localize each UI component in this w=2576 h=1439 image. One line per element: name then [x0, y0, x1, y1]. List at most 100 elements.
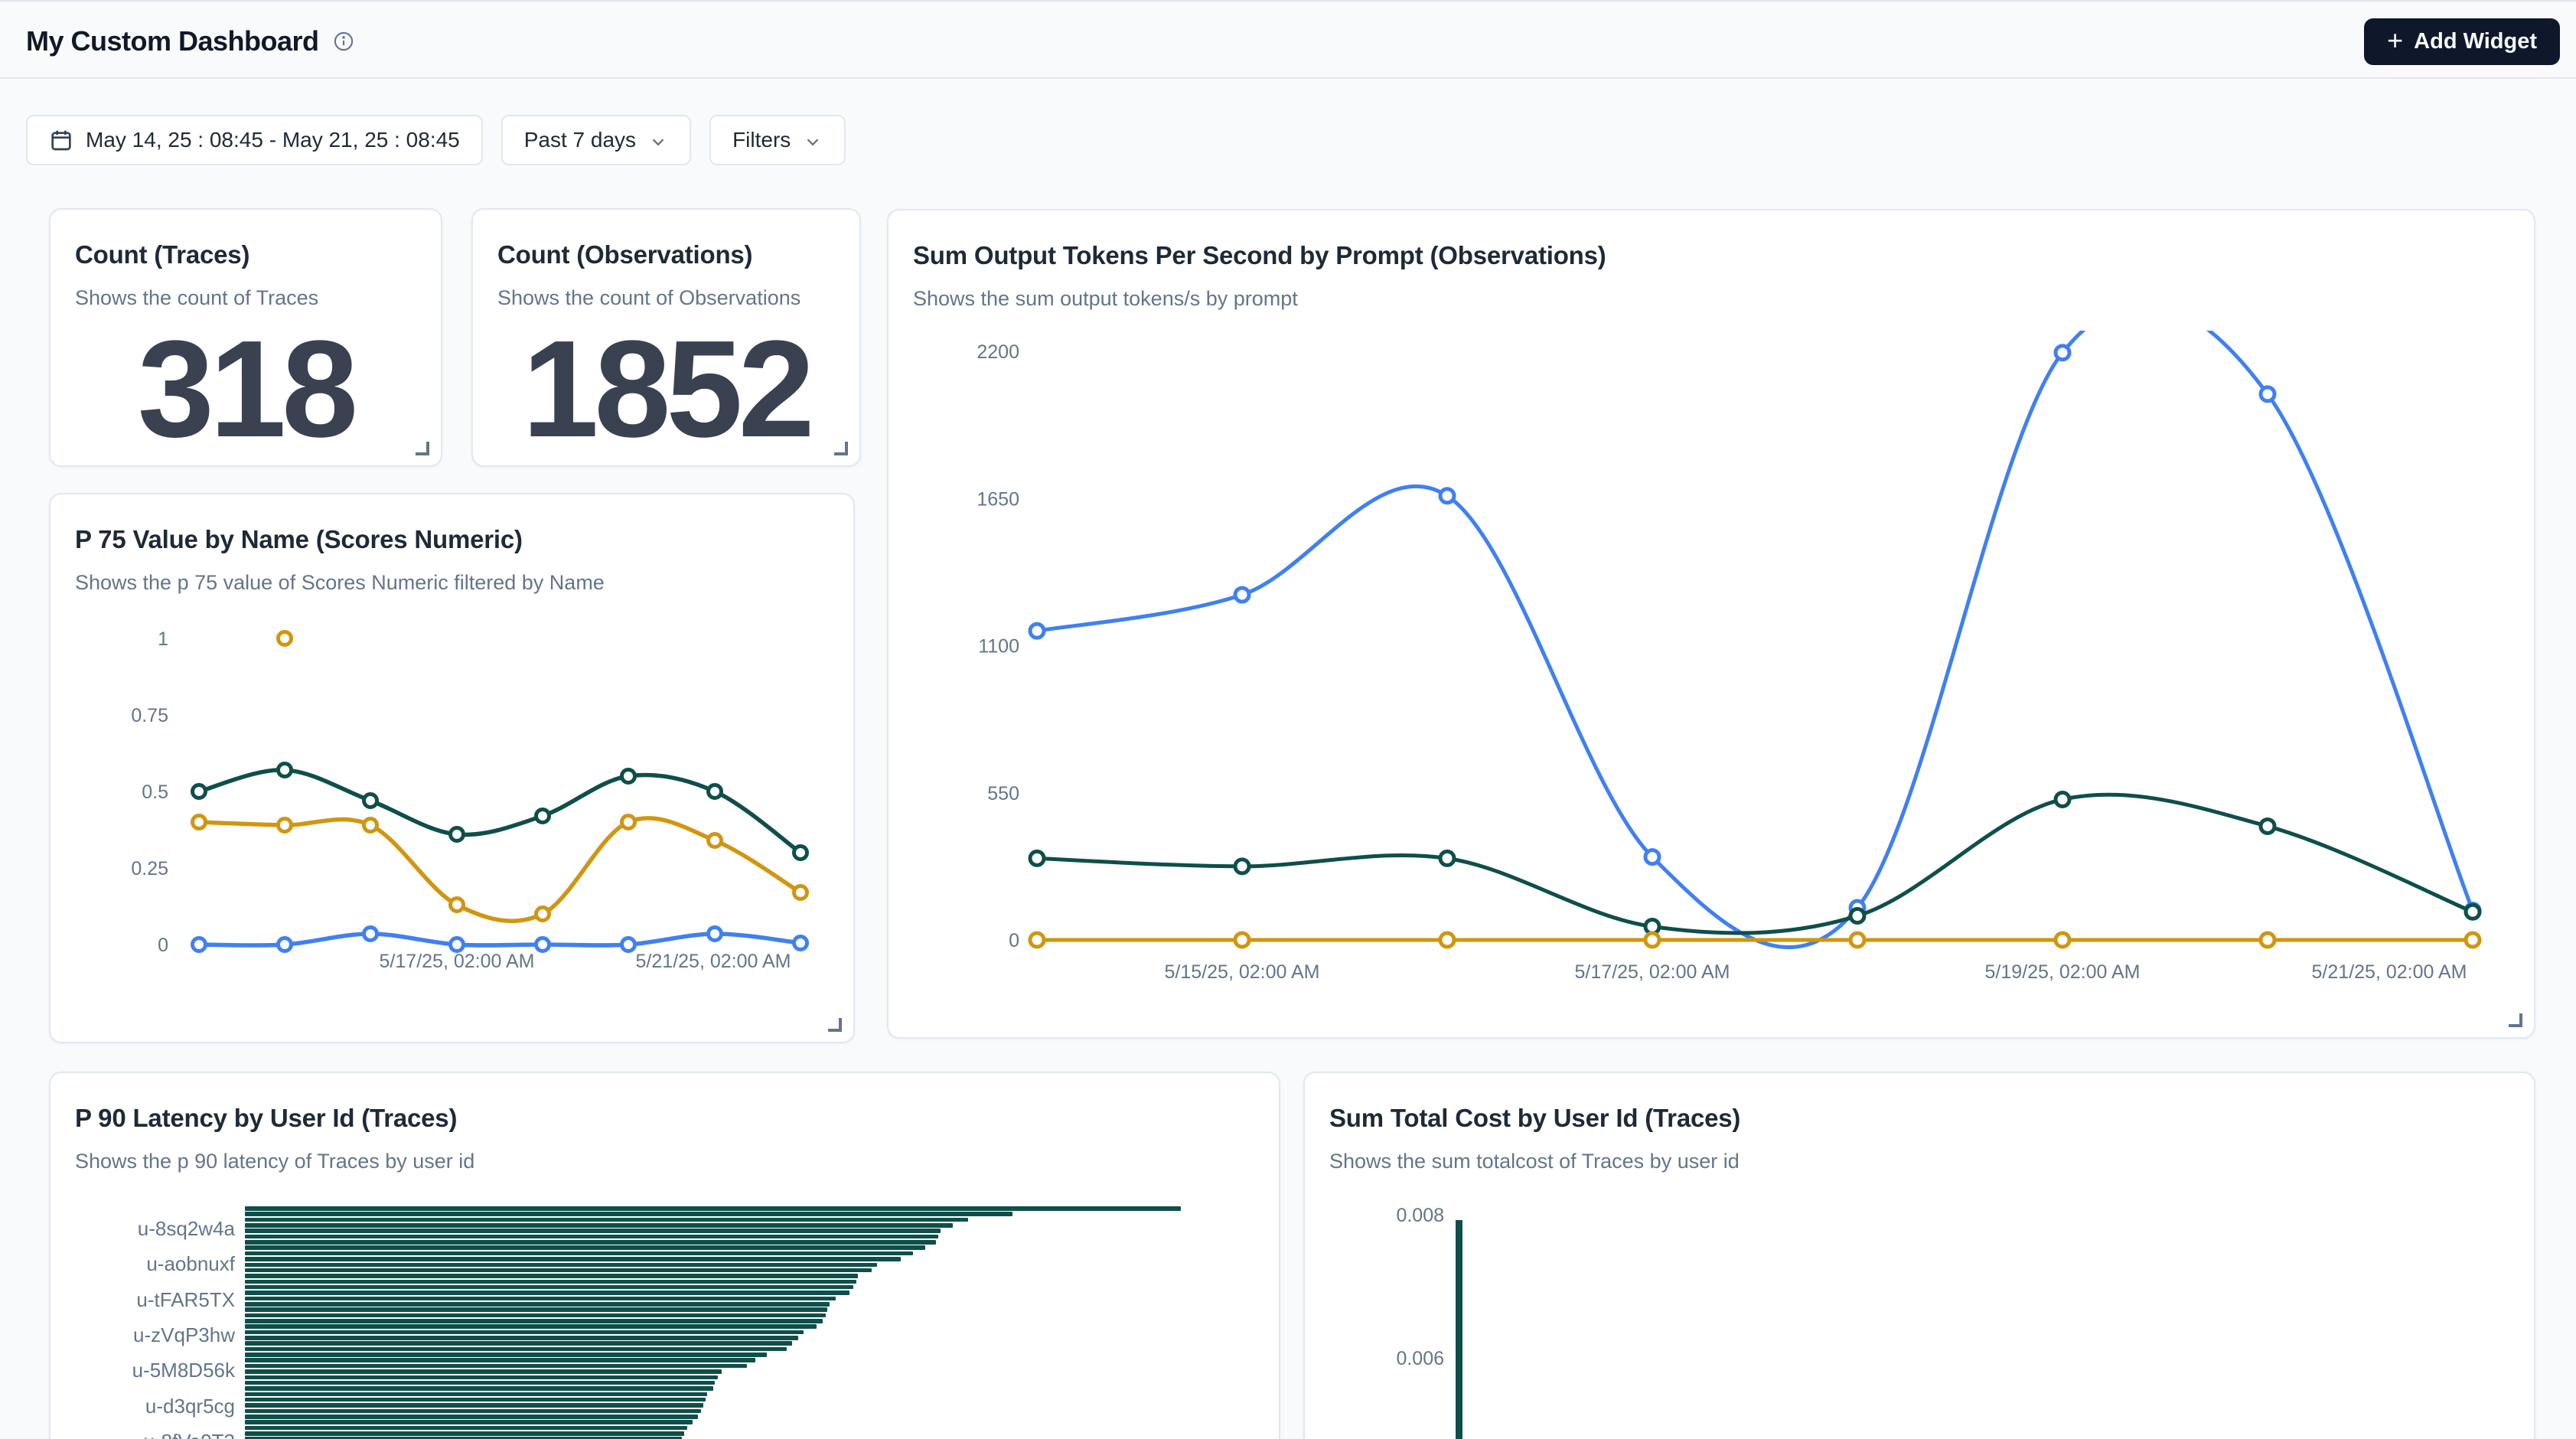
data-point-score-teal[interactable] — [709, 785, 722, 798]
data-point-score-blue[interactable] — [451, 938, 464, 951]
data-point-prompt-teal[interactable] — [2056, 792, 2069, 806]
latency-bar[interactable] — [245, 1341, 792, 1346]
isolated-data-point[interactable] — [279, 632, 292, 645]
data-point-score-teal[interactable] — [364, 795, 377, 808]
latency-bar[interactable] — [245, 1386, 713, 1391]
latency-bar[interactable] — [245, 1257, 901, 1261]
data-point-prompt-yellow[interactable] — [2056, 933, 2069, 947]
latency-bar[interactable] — [245, 1336, 798, 1340]
latency-bar[interactable] — [245, 1291, 849, 1295]
latency-bar[interactable] — [245, 1353, 767, 1357]
data-point-prompt-teal[interactable] — [2261, 819, 2274, 833]
latency-bar[interactable] — [245, 1280, 856, 1284]
info-icon[interactable] — [333, 31, 354, 52]
latency-bar[interactable] — [245, 1358, 755, 1362]
latency-bar[interactable] — [245, 1313, 826, 1318]
latency-bar[interactable] — [245, 1263, 877, 1268]
data-point-prompt-teal[interactable] — [2466, 905, 2480, 919]
latency-bar[interactable] — [245, 1297, 836, 1301]
date-range-button[interactable]: May 14, 25 : 08:45 - May 21, 25 : 08:45 — [26, 115, 483, 165]
latency-bar[interactable] — [245, 1392, 707, 1397]
data-point-prompt-blue[interactable] — [1030, 624, 1044, 638]
data-point-score-yellow[interactable] — [451, 899, 464, 912]
resize-handle-icon[interactable] — [826, 1016, 843, 1033]
latency-bar[interactable] — [245, 1285, 853, 1290]
data-point-prompt-blue[interactable] — [1645, 850, 1659, 864]
data-point-score-yellow[interactable] — [279, 819, 292, 832]
data-point-prompt-yellow[interactable] — [2261, 933, 2274, 947]
resize-handle-icon[interactable] — [2506, 1011, 2523, 1028]
latency-bar[interactable] — [245, 1330, 804, 1335]
data-point-prompt-yellow[interactable] — [1850, 933, 1864, 947]
data-point-prompt-blue[interactable] — [1235, 588, 1249, 602]
data-point-prompt-teal[interactable] — [1030, 851, 1044, 865]
data-point-score-yellow[interactable] — [622, 816, 635, 829]
latency-bar[interactable] — [245, 1324, 817, 1329]
latency-bar[interactable] — [245, 1245, 925, 1250]
data-point-score-blue[interactable] — [536, 938, 549, 951]
data-point-score-yellow[interactable] — [536, 908, 549, 921]
data-point-score-yellow[interactable] — [193, 816, 206, 829]
data-point-score-teal[interactable] — [536, 810, 549, 823]
latency-bar[interactable] — [245, 1364, 747, 1369]
data-point-prompt-blue[interactable] — [2056, 346, 2069, 360]
latency-bar[interactable] — [245, 1403, 703, 1408]
p75-line-chart[interactable]: 00.250.50.7515/17/25, 02:00 AM5/21/25, 0… — [63, 614, 851, 997]
latency-bar[interactable] — [245, 1268, 872, 1273]
latency-bar[interactable] — [245, 1223, 953, 1228]
data-point-prompt-blue[interactable] — [1440, 489, 1454, 503]
data-point-score-blue[interactable] — [279, 938, 292, 951]
data-point-prompt-yellow[interactable] — [1235, 933, 1249, 947]
data-point-prompt-teal[interactable] — [1235, 860, 1249, 873]
latency-bar[interactable] — [245, 1212, 1012, 1216]
data-point-score-blue[interactable] — [622, 938, 635, 951]
data-point-score-teal[interactable] — [451, 828, 464, 841]
data-point-score-blue[interactable] — [364, 928, 377, 941]
latency-bar[interactable] — [245, 1274, 858, 1278]
data-point-score-blue[interactable] — [709, 928, 722, 941]
latency-bar[interactable] — [245, 1431, 684, 1436]
data-point-prompt-yellow[interactable] — [2466, 933, 2480, 947]
latency-bar[interactable] — [245, 1302, 830, 1307]
data-point-score-teal[interactable] — [279, 764, 292, 777]
cost-bar-chart[interactable]: 0.0080.006 — [1305, 1073, 2534, 1439]
data-point-prompt-teal[interactable] — [1850, 909, 1864, 923]
resize-handle-icon[interactable] — [832, 439, 849, 456]
data-point-prompt-yellow[interactable] — [1645, 933, 1659, 947]
data-point-score-yellow[interactable] — [794, 886, 807, 899]
latency-bar[interactable] — [245, 1420, 693, 1424]
time-preset-select[interactable]: Past 7 days — [501, 115, 691, 165]
data-point-score-teal[interactable] — [622, 770, 635, 783]
latency-bar[interactable] — [245, 1409, 701, 1414]
p90-bar-chart[interactable]: u-8sq2w4au-aobnuxfu-tFAR5TXu-zVqP3hwu-5M… — [51, 1073, 1279, 1439]
latency-bar[interactable] — [245, 1398, 706, 1402]
latency-bar[interactable] — [245, 1319, 823, 1323]
latency-bar[interactable] — [245, 1307, 827, 1312]
data-point-score-teal[interactable] — [794, 847, 807, 860]
resize-handle-icon[interactable] — [413, 439, 430, 456]
latency-bar[interactable] — [245, 1426, 687, 1431]
latency-bar[interactable] — [245, 1229, 941, 1233]
latency-bar[interactable] — [245, 1381, 715, 1385]
data-point-prompt-yellow[interactable] — [1440, 933, 1454, 947]
add-widget-button[interactable]: + Add Widget — [2364, 18, 2560, 65]
latency-bar[interactable] — [245, 1369, 722, 1374]
cost-bar[interactable] — [1456, 1220, 1462, 1439]
latency-bar[interactable] — [245, 1251, 913, 1256]
latency-bar[interactable] — [245, 1218, 968, 1222]
data-point-prompt-blue[interactable] — [2261, 387, 2274, 401]
latency-bar[interactable] — [245, 1415, 698, 1419]
tokens-line-chart[interactable]: 05501100165022005/15/25, 02:00 AM5/17/25… — [912, 331, 2519, 989]
latency-bar[interactable] — [245, 1206, 1181, 1211]
latency-bar[interactable] — [245, 1240, 936, 1245]
latency-bar[interactable] — [245, 1375, 718, 1380]
data-point-score-blue[interactable] — [794, 937, 807, 950]
latency-bar[interactable] — [245, 1347, 787, 1352]
data-point-score-yellow[interactable] — [364, 819, 377, 832]
data-point-prompt-teal[interactable] — [1440, 851, 1454, 865]
filters-button[interactable]: Filters — [709, 115, 846, 165]
data-point-score-yellow[interactable] — [709, 834, 722, 847]
data-point-prompt-yellow[interactable] — [1030, 933, 1044, 947]
latency-bar[interactable] — [245, 1235, 938, 1239]
data-point-score-teal[interactable] — [193, 785, 206, 798]
